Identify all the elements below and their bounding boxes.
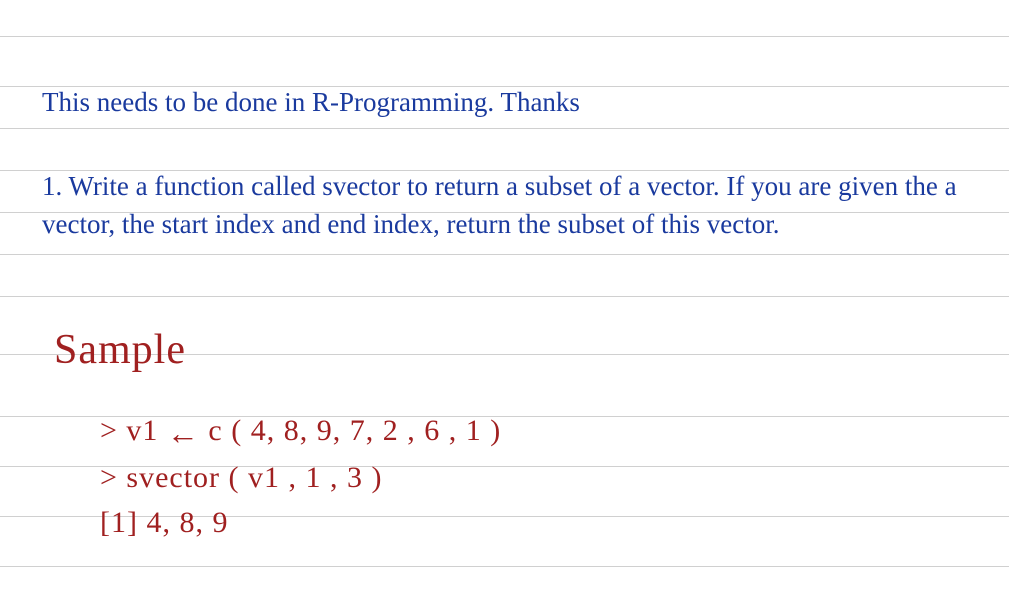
lined-paper: This needs to be done in R-Programming. …: [0, 0, 1009, 609]
ruled-line: [0, 296, 1009, 297]
sample-heading: Sample: [54, 326, 186, 374]
intro-text: This needs to be done in R-Programming. …: [42, 84, 580, 122]
question-text: 1. Write a function called svector to re…: [42, 168, 979, 244]
vector-call: c ( 4, 8, 9, 7, 2 , 6 , 1 ): [208, 414, 501, 447]
variable-name: v1: [126, 414, 158, 447]
ruled-line: [0, 128, 1009, 129]
ruled-line: [0, 566, 1009, 567]
code-line-3: [1] 4, 8, 9: [100, 506, 228, 540]
ruled-line: [0, 254, 1009, 255]
assign-arrow-icon: ←: [167, 415, 200, 452]
prompt-symbol: >: [100, 414, 118, 447]
code-line-2: > svector ( v1 , 1 , 3 ): [100, 461, 383, 495]
code-line-1: > v1 ← c ( 4, 8, 9, 7, 2 , 6 , 1 ): [100, 414, 501, 452]
ruled-line: [0, 36, 1009, 37]
